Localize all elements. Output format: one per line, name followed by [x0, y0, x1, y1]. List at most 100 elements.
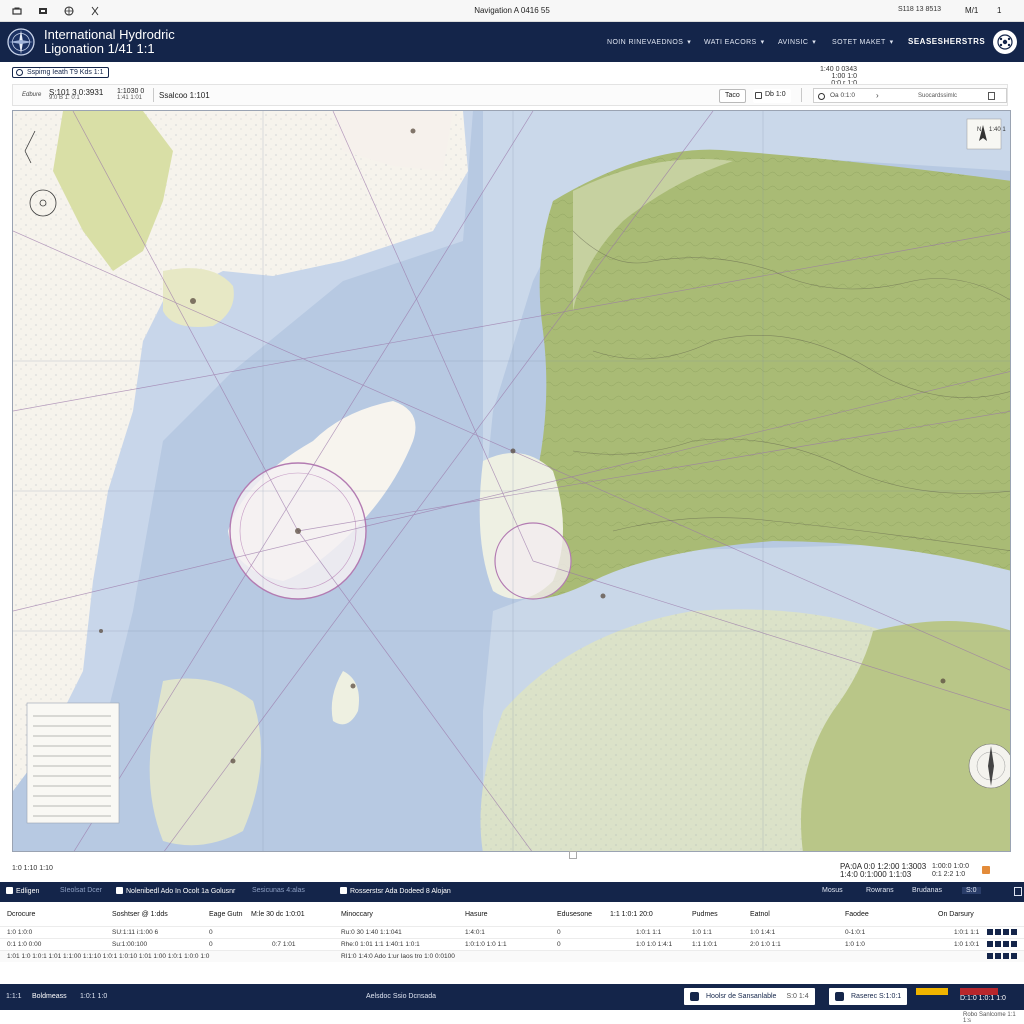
status-message: Aelsdoc Ssio Dcnsada [366, 993, 437, 1000]
table-row[interactable]: 1:0 1:0:0 SU:1:11 i:1:00 6 0 Ru:0 30 1:4… [0, 926, 1024, 938]
row-action-icon[interactable] [1011, 953, 1017, 959]
table-cell: Su:1:00:100 [112, 941, 148, 948]
row-action-icon[interactable] [995, 941, 1001, 947]
row-action-icon[interactable] [995, 953, 1001, 959]
search-icon [16, 69, 23, 76]
row-action-icon[interactable] [1003, 929, 1009, 935]
panel-expand-icon[interactable] [1014, 887, 1022, 896]
route-field[interactable]: Oa 0:1:0 › Suocardssimlc [813, 88, 1007, 103]
row-action-icon[interactable] [1011, 929, 1017, 935]
tab-nolenibedl[interactable]: Nolenibedl Ado In Ocolt 1a Golusnr [116, 887, 235, 895]
column-header[interactable]: Eage Gutn [209, 911, 242, 918]
row-action-icon[interactable] [987, 929, 993, 935]
brand-line-1: International Hydrodric [44, 27, 175, 42]
status-bar: 1:1:1 Boldmeass 1:0:1 1:0 Aelsdoc Ssio D… [0, 984, 1024, 1010]
column-header[interactable]: Pudmes [692, 911, 718, 918]
north-label: N [977, 127, 981, 133]
column-header[interactable]: 1:1 1:0:1 20:0 [610, 911, 653, 918]
column-header[interactable]: Soshtser @ 1:dds [112, 911, 168, 918]
row-action-icon[interactable] [995, 929, 1001, 935]
column-header[interactable]: Minoccary [341, 911, 373, 918]
app-header: International Hydrodric Ligonation 1/41 … [0, 22, 1024, 62]
tab-label: Nolenibedl Ado In Ocolt 1a Golusnr [126, 888, 236, 895]
nav-item-label: NOIN RINEVAEDNOS [607, 39, 684, 46]
column-header[interactable]: Hasure [465, 911, 488, 918]
layers-button[interactable]: Db 1:0 [753, 89, 791, 103]
top-right-info: S118 13 8513 [898, 6, 942, 13]
row-action-icon[interactable] [987, 941, 993, 947]
table-cell: 0-1:0:1 [845, 929, 866, 936]
status-mode[interactable]: Boldmeass [32, 993, 67, 1000]
resize-handle-icon[interactable] [569, 851, 577, 859]
divider [153, 88, 154, 102]
nautical-chart-map[interactable]: N 1:40 1 [12, 110, 1011, 852]
row-action-icon[interactable] [987, 953, 993, 959]
tab-rosserstsr[interactable]: Rosserstsr Ada Dodeed 8 Alojan [340, 887, 451, 895]
table-cell: SU:1:11 i:1:00 6 [112, 929, 159, 936]
nav-item-2[interactable]: AVINSIC ▾ [778, 38, 816, 46]
coordinate-box[interactable]: Edbure S:101 3 0:3931 9:0 B 1: 0:1 1:103… [19, 87, 159, 103]
nav-item-seasearch[interactable]: SEASESHERSTRS [908, 37, 985, 46]
chart-canvas[interactable]: N 1:40 1 [13, 111, 1011, 852]
column-header[interactable]: M:le 30 dc 1:0:01 [251, 911, 305, 918]
panel-tool-rowrans[interactable]: Rowrans [866, 887, 894, 894]
window-title: Navigation A 0416 55 [474, 6, 550, 15]
position-readout: 1:00:0 1:0:0 0:1 2:2 1:0 [932, 863, 969, 879]
scale-line-2: 1:00 1:0 [831, 73, 857, 80]
nav-item-label: WATI EACORS [704, 39, 757, 46]
lock-icon[interactable] [982, 866, 990, 874]
column-header[interactable]: Edusesone [557, 911, 592, 918]
coordinate-label: Edbure [22, 92, 42, 98]
table-cell: 1:0 1:0:1 [954, 941, 980, 948]
map-status-row: 1:0 1:10 1:10 PA:0A 0:0 1:2:00 1:3003 1:… [0, 851, 1024, 882]
row-action-icon[interactable] [1003, 953, 1009, 959]
brand-title: International Hydrodric Ligonation 1/41 … [44, 28, 175, 56]
cursor-coordinates-line-2: 1:4:0 0:1:000 1:1:03 [840, 870, 912, 879]
top-right-mode[interactable]: M/1 [965, 6, 978, 15]
chevron-down-icon: ▾ [687, 39, 692, 46]
layers-icon [755, 92, 762, 99]
nav-item-1[interactable]: WATI EACORS ▾ [704, 38, 765, 46]
clipboard-icon[interactable] [988, 92, 995, 100]
tab-label: Edligen [16, 888, 40, 895]
row-action-icon[interactable] [1003, 941, 1009, 947]
nav-item-label: AVINSIC [778, 39, 809, 46]
nav-item-3[interactable]: SOTET MAKET ▾ [832, 38, 894, 46]
table-cell: 1:0 1:4:1 [750, 929, 776, 936]
table-row[interactable]: 0:1 1:0 0:00 Su:1:00:100 0 0:7 1:01 Rhe:… [0, 938, 1024, 950]
zoom-button[interactable]: Taco [719, 89, 746, 103]
tab-sieolsat[interactable]: SIeolsat Dcer [60, 887, 102, 894]
table-cell: 1:4:0:1 [465, 929, 485, 936]
table-row[interactable]: 1:01 1:0 1:0:1 1:01 1:1:00 1:1:10 1:0:1 … [0, 950, 1024, 962]
compass-logo-icon[interactable] [6, 27, 36, 57]
chevron-down-icon: ▾ [760, 39, 765, 46]
longitude-value: 1:1030 0 [117, 88, 145, 95]
nav-item-0[interactable]: NOIN RINEVAEDNOS ▾ [607, 38, 691, 46]
row-action-icon[interactable] [1011, 941, 1017, 947]
table-cell: Rhe:0 1:01 1:1 1:40:1 1:0:1 [341, 941, 420, 948]
coordinate-toolbar: Edbure S:101 3 0:3931 9:0 B 1: 0:1 1:103… [12, 84, 1008, 106]
table-footer-text: RI1:0 1:4:0 Ado 1:ur Iaos tro 1:0 0:0100 [341, 953, 455, 960]
column-header[interactable]: Faodee [845, 911, 869, 918]
search-tag[interactable]: Sspimg Ieath T9 Kds 1:1 [12, 67, 109, 78]
cursor-icon: › [876, 91, 879, 100]
table-footer-text: 1:01 1:0 1:0:1 1:01 1:1:00 1:1:10 1:0:1 … [7, 953, 210, 960]
sanslable-button[interactable]: Hoolsr de Sansanlable S:0 1:4 [684, 988, 815, 1005]
column-header[interactable]: Eatnol [750, 911, 770, 918]
panel-tool-s0[interactable]: S:0 [962, 887, 981, 894]
column-header[interactable]: On Darsury [938, 911, 974, 918]
table-cell: 0 [557, 941, 561, 948]
panel-tool-mosus[interactable]: Mosus [822, 887, 843, 894]
tab-sesicunas[interactable]: Sesicunas 4:alas [252, 887, 305, 894]
chart-search-input[interactable]: Ssalcoo 1:101 [159, 91, 210, 100]
raserec-button[interactable]: Raserec S:1:0:1 [829, 988, 908, 1005]
top-strip: Navigation A 0416 55 S118 13 8513 M/1 1 [0, 0, 1024, 22]
sub-toolbar [0, 62, 1024, 84]
panel-tool-brudanas[interactable]: Brudanas [912, 887, 942, 894]
tab-edligen[interactable]: Edligen [6, 887, 39, 895]
avatar[interactable] [993, 30, 1017, 54]
grid-icon [6, 887, 13, 894]
raserec-button-label: Raserec S:1:0:1 [851, 993, 902, 1000]
table-cell: 0 [209, 941, 213, 948]
column-header[interactable]: Dcrocure [7, 911, 35, 918]
